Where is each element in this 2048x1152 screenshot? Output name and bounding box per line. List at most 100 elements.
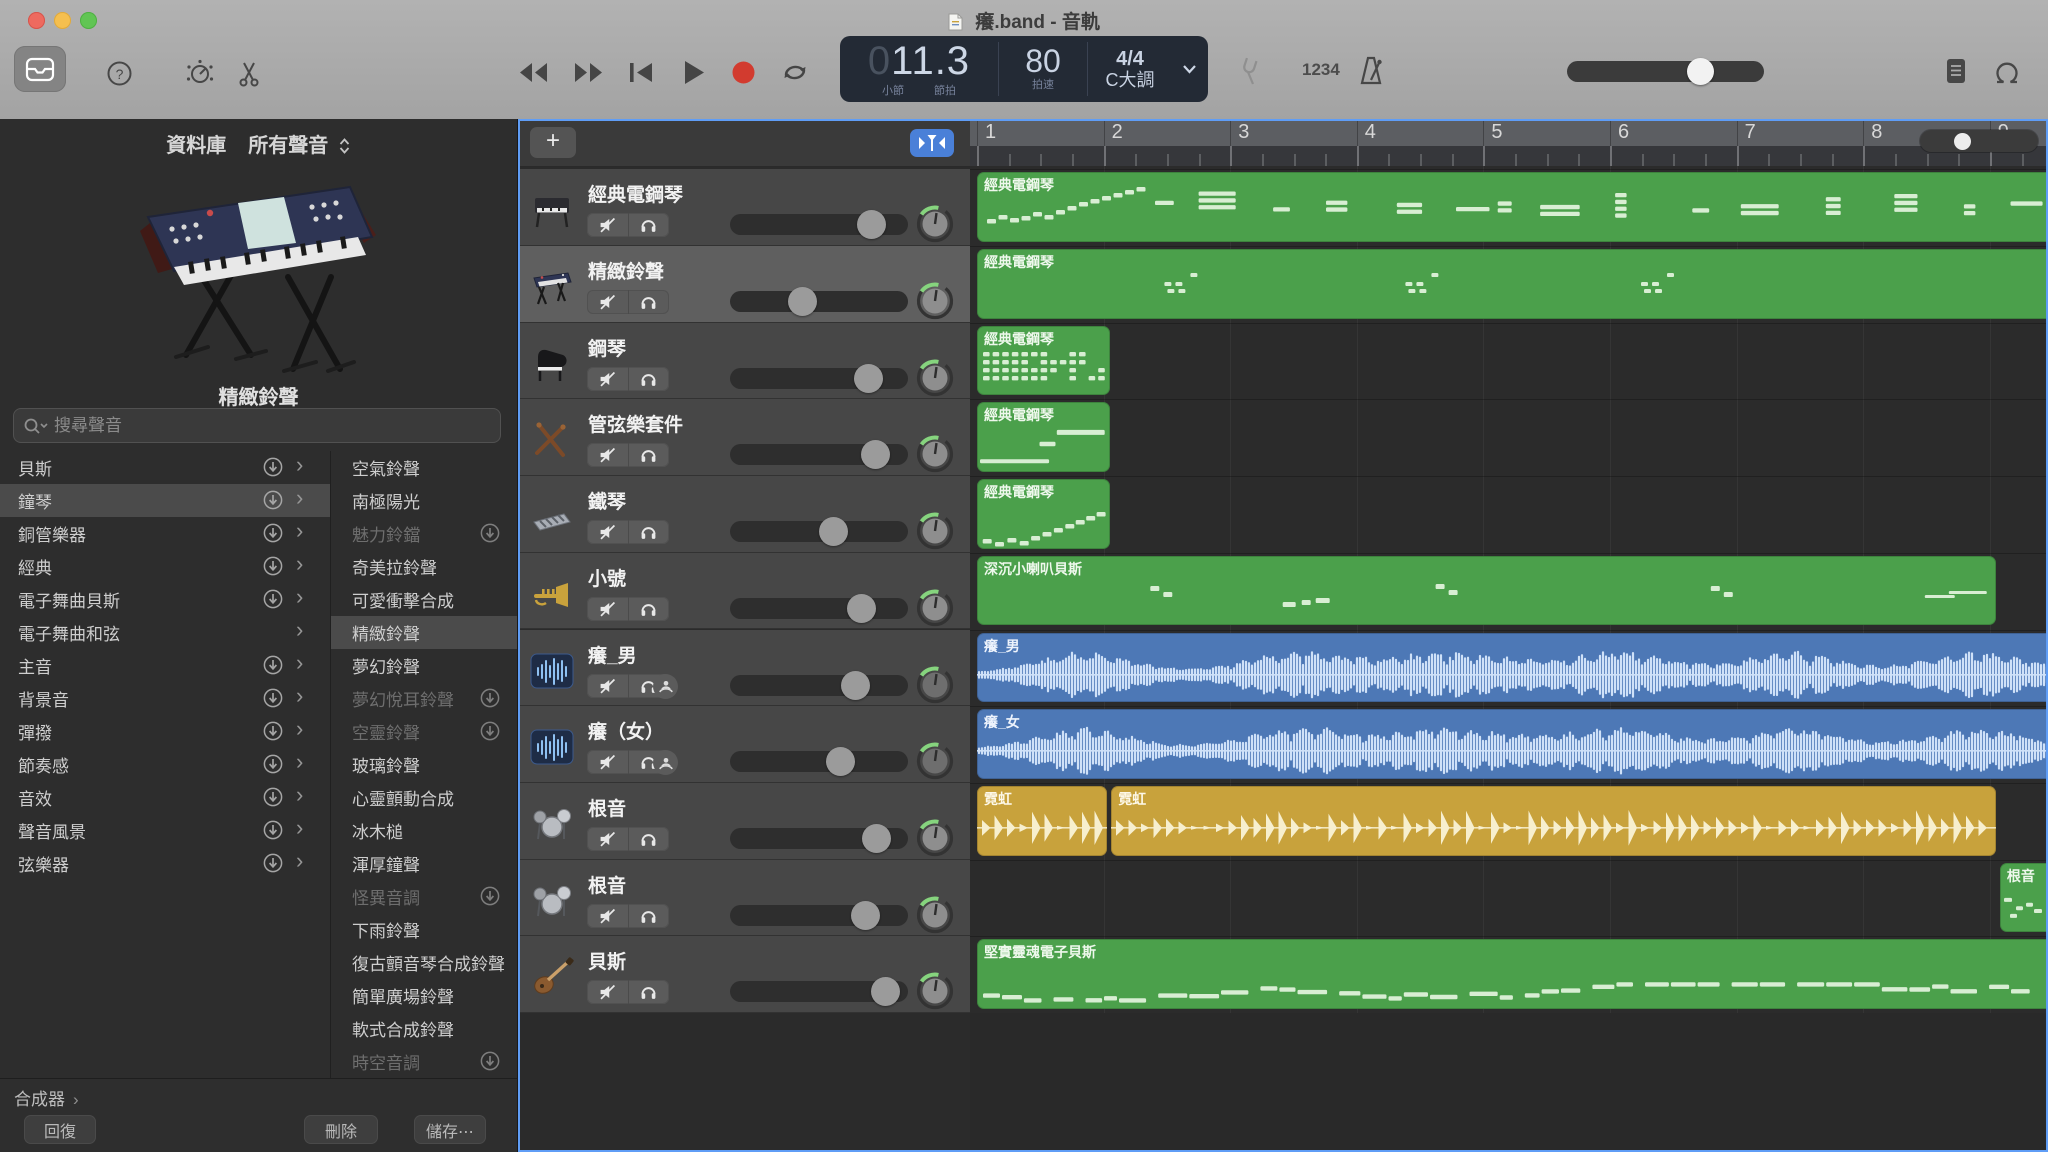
library-patch-16[interactable]: 復古顫音琴合成鈴聲: [331, 946, 517, 979]
pan-knob[interactable]: [915, 665, 955, 705]
cycle-button[interactable]: [780, 59, 810, 86]
download-icon[interactable]: [262, 456, 284, 478]
track-name[interactable]: 根音: [588, 871, 626, 898]
track-volume-thumb[interactable]: [851, 901, 880, 930]
search-input[interactable]: [52, 415, 436, 437]
download-icon[interactable]: [262, 588, 284, 610]
go-to-beginning-button[interactable]: [628, 60, 654, 85]
download-icon[interactable]: [479, 1050, 501, 1072]
solo-button[interactable]: [629, 597, 670, 621]
solo-button[interactable]: [629, 367, 670, 391]
track-volume-slider[interactable]: [730, 444, 908, 465]
track-volume-slider[interactable]: [730, 368, 908, 389]
track-name[interactable]: 根音: [588, 794, 626, 821]
track-header-3[interactable]: 鋼琴: [518, 323, 970, 400]
horizontal-zoom-slider[interactable]: [1920, 130, 2038, 152]
lcd-display[interactable]: 011.3 小節 節拍 80 拍速 4/4 C大調: [840, 36, 1208, 102]
download-icon[interactable]: [262, 687, 284, 709]
track-volume-slider[interactable]: [730, 905, 908, 926]
track-volume-slider[interactable]: [730, 521, 908, 542]
track-volume-slider[interactable]: [730, 214, 908, 235]
lcd-signature-section[interactable]: 4/4 C大調: [1088, 36, 1172, 102]
library-patch-2[interactable]: 南極陽光: [331, 484, 517, 517]
library-category-2[interactable]: 鐘琴›: [0, 484, 330, 517]
track-volume-thumb[interactable]: [841, 671, 870, 700]
master-volume-thumb[interactable]: [1687, 58, 1714, 85]
track-header-2[interactable]: 精緻鈴聲: [518, 246, 970, 323]
lcd-tempo-section[interactable]: 80 拍速: [999, 36, 1087, 102]
mute-button[interactable]: [587, 367, 629, 391]
pan-knob[interactable]: [915, 741, 955, 781]
metronome-button[interactable]: [1356, 55, 1386, 87]
library-category-7[interactable]: 主音›: [0, 649, 330, 682]
mute-button[interactable]: [587, 443, 629, 467]
library-patch-18[interactable]: 軟式合成鈴聲: [331, 1012, 517, 1045]
download-icon[interactable]: [262, 819, 284, 841]
download-icon[interactable]: [479, 720, 501, 742]
track-header-6[interactable]: 小號: [518, 553, 970, 630]
fast-forward-button[interactable]: [572, 60, 604, 85]
track-volume-slider[interactable]: [730, 828, 908, 849]
track-name[interactable]: 貝斯: [588, 947, 626, 974]
library-patch-17[interactable]: 簡單廣場鈴聲: [331, 979, 517, 1012]
region-6-bass-sparse[interactable]: 深沉小喇叭貝斯: [977, 556, 1996, 626]
track-volume-slider[interactable]: [730, 675, 908, 696]
pan-knob[interactable]: [915, 895, 955, 935]
region-3-grid[interactable]: 經典電鋼琴: [977, 326, 1110, 396]
mute-button[interactable]: [587, 597, 629, 621]
rewind-button[interactable]: [518, 60, 550, 85]
library-patch-12[interactable]: 冰木槌: [331, 814, 517, 847]
download-icon[interactable]: [479, 522, 501, 544]
mute-button[interactable]: [587, 520, 629, 544]
track-header-5[interactable]: 鐵琴: [518, 476, 970, 553]
download-icon[interactable]: [262, 522, 284, 544]
mute-button[interactable]: [587, 290, 629, 314]
library-patch-9[interactable]: 空靈鈴聲: [331, 715, 517, 748]
download-icon[interactable]: [262, 555, 284, 577]
library-toggle-button[interactable]: [14, 46, 66, 92]
solo-button[interactable]: [629, 443, 670, 467]
library-patch-1[interactable]: 空氣鈴聲: [331, 451, 517, 484]
track-header-4[interactable]: 管弦樂套件: [518, 399, 970, 476]
region-4-longs[interactable]: 經典電鋼琴: [977, 402, 1110, 472]
library-patch-8[interactable]: 夢幻悅耳鈴聲: [331, 682, 517, 715]
mute-button[interactable]: [587, 213, 629, 237]
mute-button[interactable]: [587, 750, 629, 774]
track-volume-thumb[interactable]: [819, 517, 848, 546]
download-icon[interactable]: [262, 852, 284, 874]
library-patch-14[interactable]: 怪異音調: [331, 880, 517, 913]
mute-button[interactable]: [587, 827, 629, 851]
library-patch-5[interactable]: 可愛衝擊合成: [331, 583, 517, 616]
track-volume-thumb[interactable]: [826, 747, 855, 776]
ruler-ticks[interactable]: [970, 146, 2048, 166]
library-category-3[interactable]: 銅管樂器›: [0, 517, 330, 550]
lcd-position-section[interactable]: 011.3 小節 節拍: [840, 36, 998, 102]
library-patch-19[interactable]: 時空音調: [331, 1045, 517, 1078]
solo-button[interactable]: [629, 520, 670, 544]
library-category-5[interactable]: 電子舞曲貝斯›: [0, 583, 330, 616]
track-header-9[interactable]: 根音: [518, 783, 970, 860]
track-header-7[interactable]: 癢_男: [518, 630, 970, 707]
mute-button[interactable]: [587, 980, 629, 1004]
track-volume-thumb[interactable]: [857, 210, 886, 239]
library-patch-7[interactable]: 夢幻鈴聲: [331, 649, 517, 682]
region-1-intro[interactable]: 經典電鋼琴: [977, 172, 2048, 242]
track-volume-thumb[interactable]: [854, 364, 883, 393]
track-volume-slider[interactable]: [730, 291, 908, 312]
track-volume-slider[interactable]: [730, 598, 908, 619]
revert-button[interactable]: 回復: [24, 1115, 96, 1144]
track-name[interactable]: 癢（女）: [588, 717, 664, 744]
ruler-bar-numbers[interactable]: 123456789: [970, 119, 2048, 146]
save-button[interactable]: 儲存⋯: [414, 1115, 486, 1144]
smart-controls-button[interactable]: [184, 58, 216, 88]
search-field[interactable]: [13, 408, 501, 443]
solo-button[interactable]: [629, 827, 670, 851]
pan-knob[interactable]: [915, 204, 955, 244]
library-patch-13[interactable]: 渾厚鐘聲: [331, 847, 517, 880]
master-volume-slider[interactable]: [1567, 61, 1764, 82]
library-category-6[interactable]: 電子舞曲和弦›: [0, 616, 330, 649]
download-icon[interactable]: [262, 654, 284, 676]
add-track-button[interactable]: +: [530, 127, 576, 158]
region-8-voice[interactable]: 癢_女: [977, 709, 2048, 779]
track-name[interactable]: 癢_男: [588, 641, 637, 668]
